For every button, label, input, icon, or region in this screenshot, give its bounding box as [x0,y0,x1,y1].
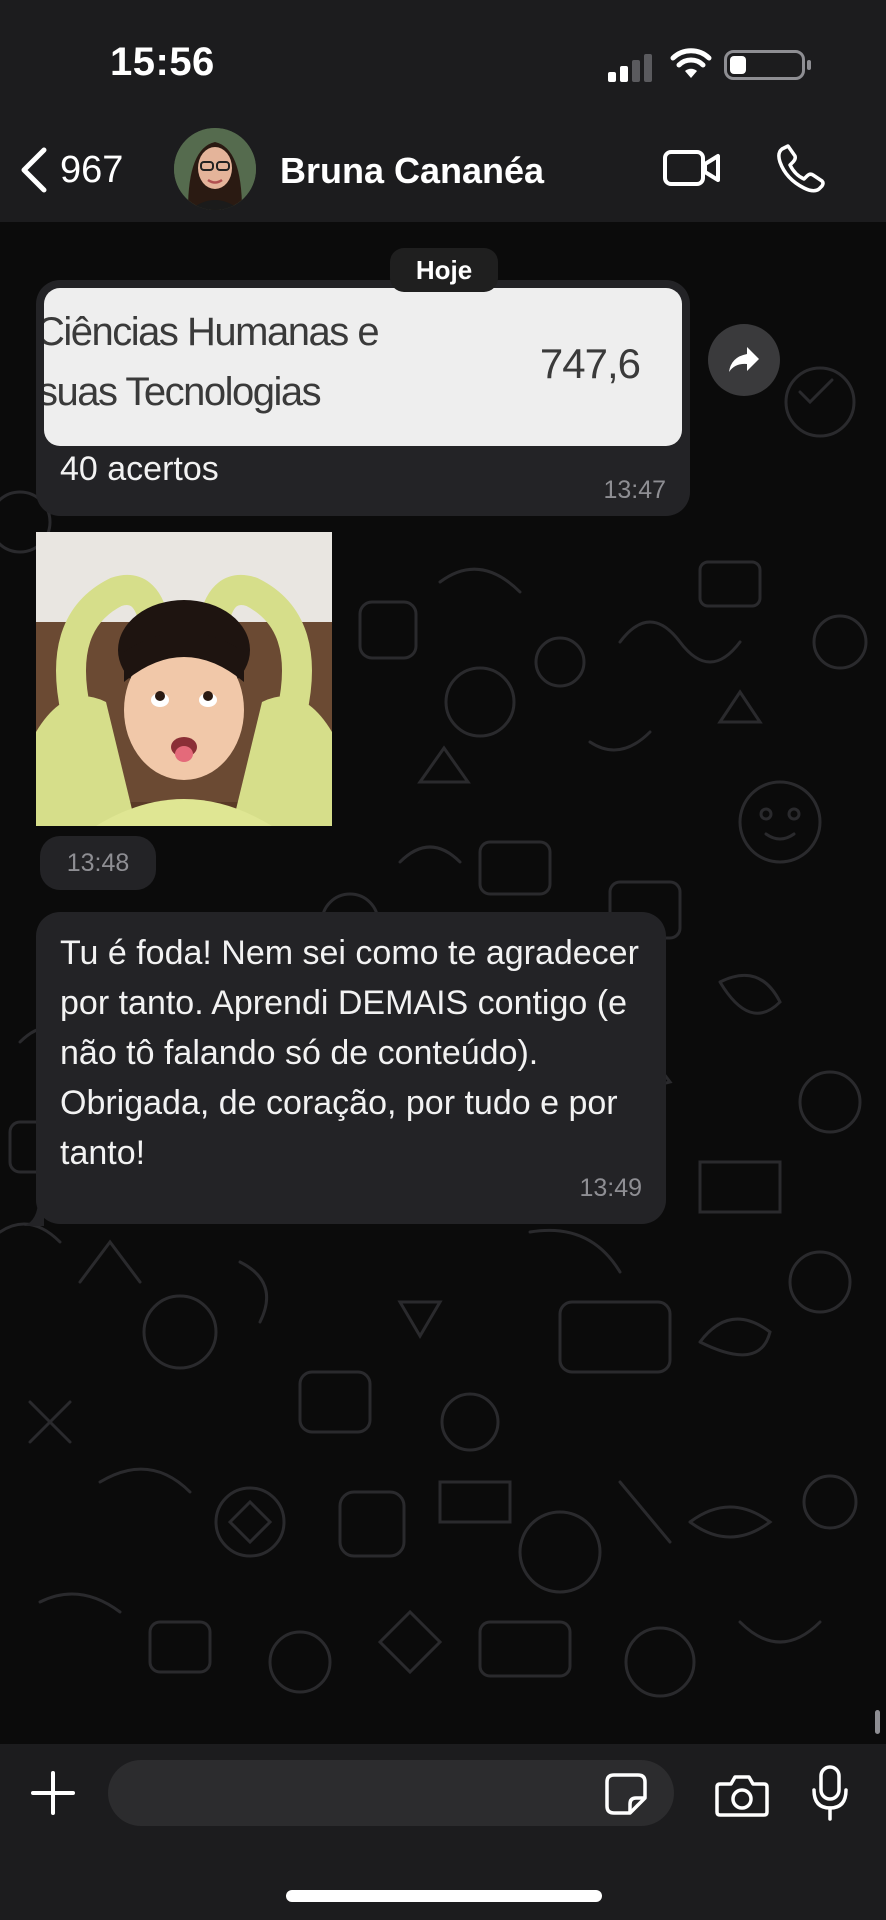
score-image[interactable]: Ciências Humanas e suas Tecnologias 747,… [44,288,682,446]
plus-icon[interactable] [30,1770,76,1816]
sticker-image[interactable] [36,532,332,826]
wifi-icon [670,48,712,78]
top-bar: 15:56 967 Bruna Cananéa [0,0,886,222]
forward-button[interactable] [708,324,780,396]
back-button[interactable]: 967 [18,144,123,196]
sticker-time: 13:48 [40,836,156,890]
status-time: 15:56 [110,40,215,84]
score-image-line2: suas Tecnologias [44,370,322,414]
scrollbar[interactable] [875,1710,880,1734]
battery-icon [724,50,811,80]
message-bubble[interactable]: Ciências Humanas e suas Tecnologias 747,… [36,280,690,516]
chat-header: 967 Bruna Cananéa [0,120,886,220]
bubble-tail [24,1190,44,1226]
avatar[interactable] [174,128,256,210]
contact-name[interactable]: Bruna Cananéa [280,150,544,192]
chevron-left-icon [21,147,47,193]
date-separator: Hoje [390,248,498,292]
sticker-icon[interactable] [604,1772,648,1816]
unread-count: 967 [60,148,124,191]
message-text: Tu é foda! Nem sei como te agradecer por… [60,934,639,1172]
chat-area[interactable]: Hoje Ciências Humanas e suas Tecnologias… [0,222,886,1744]
cellular-signal-icon [608,54,652,82]
score-image-value: 747,6 [539,340,641,387]
forward-arrow-icon [729,347,759,372]
message-bubble[interactable]: Tu é foda! Nem sei como te agradecer por… [36,912,666,1224]
score-image-line1: Ciências Humanas e [44,310,380,354]
message-caption: 40 acertos [60,450,219,488]
phone-icon[interactable] [774,142,826,194]
camera-icon[interactable] [714,1772,770,1818]
video-camera-icon[interactable] [662,146,722,190]
home-indicator[interactable] [286,1890,602,1902]
composer-bar [0,1744,886,1920]
message-time: 13:49 [579,1174,642,1202]
message-input[interactable] [108,1760,674,1826]
chat-screen: 15:56 967 Bruna Cananéa Hoje Ciências Hu… [0,0,886,1920]
microphone-icon[interactable] [810,1764,850,1822]
message-time: 13:47 [603,476,666,504]
